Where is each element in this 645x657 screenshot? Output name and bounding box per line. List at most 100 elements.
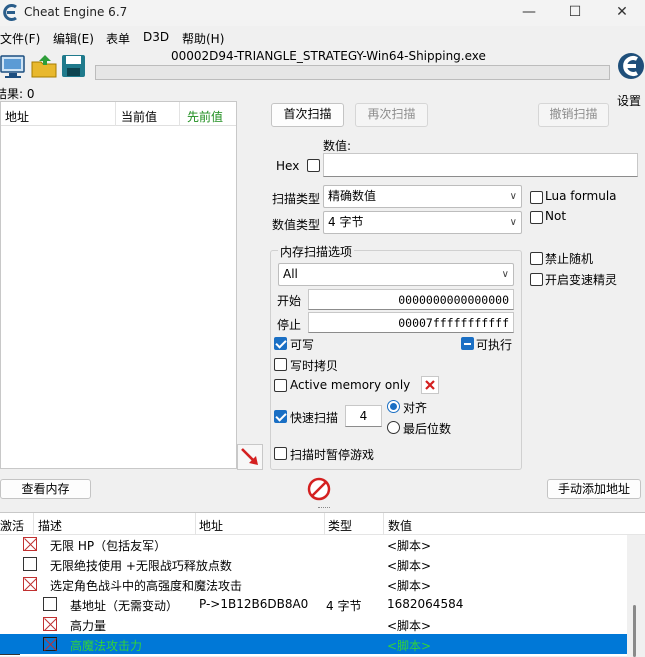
row-value: 1682064584: [387, 597, 464, 611]
scan-type-label: 扫描类型: [272, 192, 321, 206]
fast-scan-label[interactable]: 快速扫描: [290, 409, 338, 426]
close-button[interactable]: ✕: [599, 0, 645, 26]
writable-checkbox[interactable]: [274, 337, 287, 350]
start-address-input[interactable]: 0000000000000000: [308, 289, 514, 310]
stop-sign-icon[interactable]: [307, 477, 331, 501]
address-table[interactable]: 激活 描述 地址 类型 数值 无限 HP（包括友军） <脚本> 无限绝技使用 +…: [0, 512, 645, 657]
open-folder-icon[interactable]: [31, 53, 59, 79]
results-header: 地址 当前值 先前值: [1, 102, 236, 126]
results-list[interactable]: 地址 当前值 先前值: [0, 101, 237, 469]
checkbox-x-icon[interactable]: [23, 577, 37, 591]
active-memory-label[interactable]: Active memory only: [290, 378, 410, 392]
minimize-button[interactable]: —: [506, 0, 552, 26]
menu-d3d[interactable]: D3D: [143, 30, 169, 44]
undo-scan-button[interactable]: 撤销扫描: [538, 103, 609, 127]
lua-formula-label[interactable]: Lua formula: [545, 189, 617, 203]
value-type-label: 数值类型: [272, 218, 321, 232]
settings-logo-icon[interactable]: [616, 49, 645, 89]
header-active[interactable]: 激活: [0, 517, 24, 534]
fast-scan-checkbox[interactable]: [274, 410, 287, 423]
row-type: 4 字节: [326, 599, 362, 613]
lua-formula-checkbox[interactable]: [530, 191, 543, 204]
active-memory-checkbox[interactable]: [274, 379, 287, 392]
header-address[interactable]: 地址: [199, 517, 223, 534]
stop-address-input[interactable]: 00007fffffffffff: [308, 312, 514, 333]
results-header-address[interactable]: 地址: [5, 108, 29, 125]
results-header-current[interactable]: 当前值: [121, 108, 157, 125]
table-row[interactable]: 基地址（无需变动） P->1B12B6DB8A0 4 字节 1682064584: [0, 594, 627, 614]
scan-type-value: 精确数值: [328, 189, 377, 203]
header-value[interactable]: 数值: [388, 517, 412, 534]
view-memory-button[interactable]: 查看内存: [0, 479, 91, 499]
menu-edit[interactable]: 编辑(E): [53, 30, 94, 47]
no-random-label[interactable]: 禁止随机: [545, 250, 593, 267]
checkbox-x-icon[interactable]: [43, 617, 57, 631]
table-row[interactable]: 高力量 <脚本>: [0, 614, 627, 634]
settings-label[interactable]: 设置: [617, 92, 641, 109]
close-icon[interactable]: [421, 376, 439, 394]
row-value: <脚本>: [387, 559, 432, 573]
next-scan-button[interactable]: 再次扫描: [355, 103, 428, 127]
row-checkbox[interactable]: [43, 597, 57, 611]
row-description: 高魔法攻击力: [70, 639, 143, 653]
memory-region-value: All: [283, 267, 298, 281]
row-description: 高力量: [70, 619, 107, 633]
copy-on-write-label[interactable]: 写时拷贝: [290, 357, 338, 374]
table-row-selected[interactable]: 高魔法攻击力 <脚本>: [0, 634, 627, 654]
pause-game-label[interactable]: 扫描时暂停游戏: [290, 446, 374, 463]
scrollbar-thumb[interactable]: [633, 605, 636, 657]
checkbox-x-icon[interactable]: [43, 637, 57, 651]
chevron-down-icon: ∨: [509, 191, 517, 202]
row-value: <脚本>: [387, 639, 432, 653]
row-description: 选定角色战斗中的高强度和魔法攻击: [50, 579, 243, 593]
header-description[interactable]: 描述: [38, 517, 62, 534]
row-checkbox[interactable]: [23, 557, 37, 571]
add-address-manually-button[interactable]: 手动添加地址: [547, 479, 641, 499]
add-to-list-arrow-icon[interactable]: [237, 444, 263, 470]
value-type-select[interactable]: 4 字节 ∨: [323, 211, 522, 234]
fast-scan-value-input[interactable]: 4: [345, 405, 382, 427]
save-icon[interactable]: [61, 53, 87, 79]
chevron-down-icon: ∨: [509, 217, 517, 228]
speedhack-checkbox[interactable]: [530, 273, 543, 286]
hex-label: Hex: [276, 159, 300, 173]
copy-on-write-checkbox[interactable]: [274, 358, 287, 371]
splitter[interactable]: [0, 506, 645, 511]
row-description: 无限 HP（包括友军）: [50, 539, 167, 553]
title-bar: Cheat Engine 6.7 — ☐ ✕: [0, 0, 645, 26]
speedhack-label[interactable]: 开启变速精灵: [545, 271, 617, 288]
scan-type-select[interactable]: 精确数值 ∨: [323, 185, 522, 208]
table-row[interactable]: 无限 HP（包括友军） <脚本>: [0, 534, 627, 554]
writable-label[interactable]: 可写: [290, 336, 314, 353]
results-header-previous[interactable]: 先前值: [187, 108, 223, 125]
last-digits-label[interactable]: 最后位数: [403, 420, 451, 437]
address-table-header: 激活 描述 地址 类型 数值: [0, 513, 645, 535]
table-row[interactable]: 无限绝技使用 +无限战巧释放点数 <脚本>: [0, 554, 627, 574]
value-input[interactable]: [323, 153, 638, 177]
not-label[interactable]: Not: [545, 209, 566, 223]
not-checkbox[interactable]: [530, 211, 543, 224]
checkbox-x-icon[interactable]: [23, 537, 37, 551]
memory-region-select[interactable]: All ∨: [278, 263, 514, 286]
menu-file[interactable]: 文件(F): [0, 30, 40, 47]
pause-game-checkbox[interactable]: [274, 447, 287, 460]
executable-checkbox[interactable]: [461, 337, 474, 350]
vertical-scrollbar[interactable]: [627, 535, 645, 657]
last-digits-radio[interactable]: [387, 421, 400, 434]
menu-bar: 文件(F) 编辑(E) 表单 D3D 帮助(H): [0, 27, 645, 47]
menu-table[interactable]: 表单: [106, 30, 130, 47]
executable-label[interactable]: 可执行: [476, 336, 512, 353]
header-type[interactable]: 类型: [328, 517, 352, 534]
maximize-button[interactable]: ☐: [552, 0, 598, 26]
cheat-engine-logo-icon: [3, 4, 17, 21]
no-random-checkbox[interactable]: [530, 252, 543, 265]
align-label[interactable]: 对齐: [403, 399, 427, 416]
value-label: 数值:: [323, 139, 352, 153]
align-radio[interactable]: [387, 400, 400, 413]
menu-help[interactable]: 帮助(H): [182, 30, 224, 47]
select-process-icon[interactable]: [0, 53, 26, 79]
first-scan-button[interactable]: 首次扫描: [271, 103, 344, 127]
table-row[interactable]: 选定角色战斗中的高强度和魔法攻击 <脚本>: [0, 574, 627, 594]
hex-checkbox[interactable]: [307, 159, 320, 172]
window-title: Cheat Engine 6.7: [24, 5, 128, 19]
